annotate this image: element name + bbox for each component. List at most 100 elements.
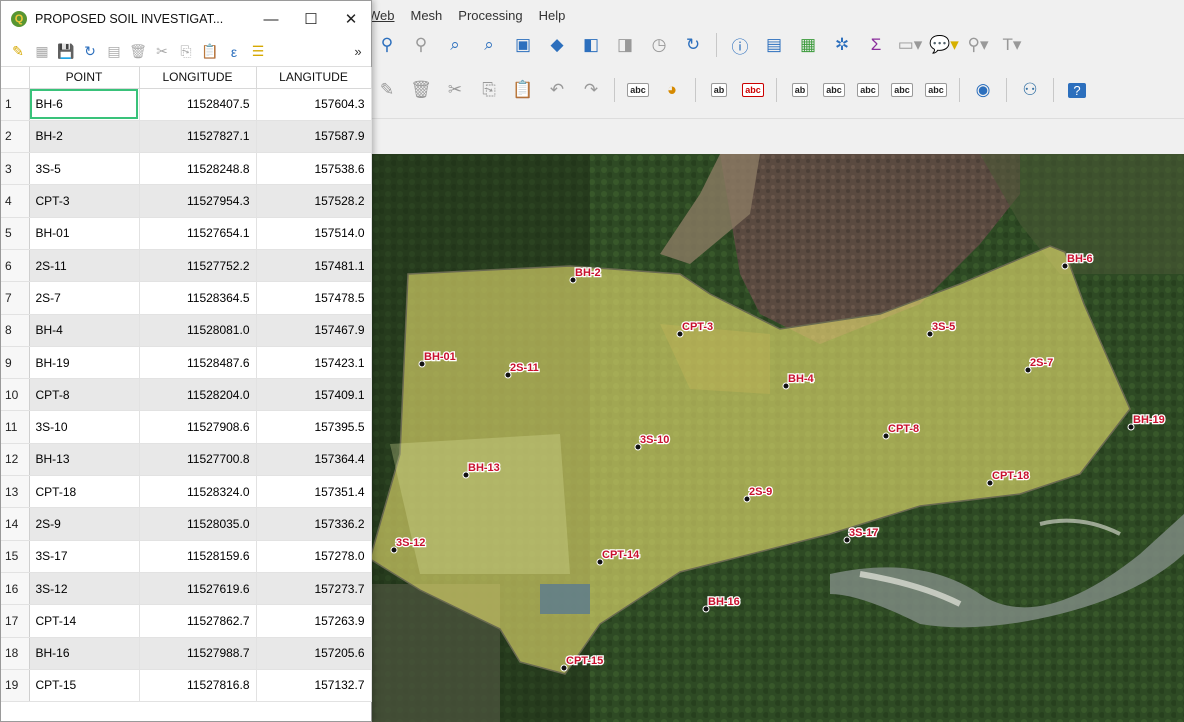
cell-longitude[interactable]: 11527654.1 [139,217,257,250]
cell-longitude[interactable]: 11528159.6 [139,540,257,573]
cell-point[interactable]: CPT-15 [29,669,140,703]
cell-langitude[interactable]: 157538.6 [256,152,372,186]
select-all-icon[interactable]: ☰ [247,41,269,63]
layer-labeling-icon[interactable]: abc [623,75,653,105]
cut-features-icon[interactable]: ✂ [440,75,470,105]
pin-labels-icon[interactable]: ab [704,75,734,105]
table-row[interactable]: 13 CPT-18 11528324.0 157351.4 [1,475,372,509]
copy-icon[interactable]: ⎘ [175,41,197,63]
column-header-langitude[interactable]: LANGITUDE [256,67,372,89]
cell-langitude[interactable]: 157278.0 [256,540,372,573]
table-row[interactable]: 19 CPT-15 11527816.8 157132.7 [1,669,372,703]
zoom-full-icon[interactable]: ⌕ [440,30,470,60]
zoom-out-icon[interactable]: ⚲ [406,30,436,60]
column-header-longitude[interactable]: LONGITUDE [139,67,257,89]
cell-longitude[interactable]: 11527700.8 [139,443,257,477]
table-row[interactable]: 9 BH-19 11528487.6 157423.1 [1,346,372,380]
row-number[interactable]: 2 [1,120,30,154]
cell-longitude[interactable]: 11527862.7 [139,604,257,638]
table-row[interactable]: 17 CPT-14 11527862.7 157263.9 [1,604,372,638]
cell-langitude[interactable]: 157132.7 [256,669,372,703]
toolbar-overflow-icon[interactable]: » [349,41,371,63]
toggle-edit-icon[interactable]: ✎ [7,41,29,63]
measure-line-icon[interactable]: ▭▾ [895,30,925,60]
cell-point[interactable]: BH-4 [29,314,140,347]
row-number[interactable]: 5 [1,217,30,250]
map-canvas[interactable]: BH-6 BH-2 3S-5 CPT-3 BH-01 2S-11 2S-7 BH-4 BH-19… [360,154,1184,722]
paste-features-icon[interactable]: 📋 [508,75,538,105]
identify-features-icon[interactable]: ⓘ [725,30,755,60]
cell-point[interactable]: CPT-14 [29,604,140,638]
table-row[interactable]: 16 3S-12 11527619.6 157273.7 [1,572,372,606]
cell-point[interactable]: 3S-12 [29,572,140,606]
table-row[interactable]: 12 BH-13 11527700.8 157364.4 [1,443,372,477]
globe-plugin-icon[interactable]: ◉ [968,75,998,105]
help-icon[interactable]: ? [1062,75,1092,105]
cell-longitude[interactable]: 11528407.5 [139,88,257,121]
cell-longitude[interactable]: 11528248.8 [139,152,257,186]
zoom-to-selection-icon[interactable]: ⌕ [474,30,504,60]
table-row[interactable]: 7 2S-7 11528364.5 157478.5 [1,281,372,315]
cell-langitude[interactable]: 157514.0 [256,217,372,250]
copy-features-icon[interactable]: ⎘ [474,75,504,105]
table-row[interactable]: 3 3S-5 11528248.8 157538.6 [1,152,372,186]
zoom-next-icon[interactable]: ◨ [610,30,640,60]
show-hide-labels-icon[interactable]: abc [738,75,768,105]
cell-langitude[interactable]: 157587.9 [256,120,372,154]
cell-point[interactable]: BH-19 [29,346,140,380]
redo-icon[interactable]: ↷ [576,75,606,105]
table-row[interactable]: 15 3S-17 11528159.6 157278.0 [1,540,372,573]
cell-langitude[interactable]: 157528.2 [256,184,372,218]
cell-langitude[interactable]: 157395.5 [256,410,372,444]
cell-longitude[interactable]: 11527954.3 [139,184,257,218]
open-attribute-table-icon[interactable]: ▤ [759,30,789,60]
cell-longitude[interactable]: 11527816.8 [139,669,257,703]
row-number[interactable]: 19 [1,669,30,703]
attribute-window-titlebar[interactable]: Q PROPOSED SOIL INVESTIGAT... — ☐ ✕ [1,1,371,37]
cell-langitude[interactable]: 157409.1 [256,378,372,412]
cell-longitude[interactable]: 11527988.7 [139,637,257,670]
cell-point[interactable]: BH-13 [29,443,140,477]
paste-icon[interactable]: 📋 [199,41,221,63]
zoom-to-layer-icon[interactable]: ▣ [508,30,538,60]
row-number[interactable]: 6 [1,249,30,283]
row-number[interactable]: 10 [1,378,30,412]
cell-langitude[interactable]: 157351.4 [256,475,372,509]
select-by-expression-icon[interactable]: ε [223,41,245,63]
statistical-summary-icon[interactable]: Σ [861,30,891,60]
table-row[interactable]: 8 BH-4 11528081.0 157467.9 [1,314,372,347]
cell-longitude[interactable]: 11528364.5 [139,281,257,315]
text-annotation-icon[interactable]: T▾ [997,30,1027,60]
minimize-button[interactable]: — [251,11,291,28]
row-number[interactable]: 17 [1,604,30,638]
row-number[interactable]: 3 [1,152,30,186]
cell-point[interactable]: BH-2 [29,120,140,154]
table-row[interactable]: 6 2S-11 11527752.2 157481.1 [1,249,372,283]
cell-point[interactable]: BH-16 [29,637,140,670]
corner-header[interactable] [1,67,30,89]
row-number[interactable]: 14 [1,507,30,541]
cell-longitude[interactable]: 11528324.0 [139,475,257,509]
row-number[interactable]: 18 [1,637,30,670]
zoom-in-icon[interactable]: ⚲ [372,30,402,60]
table-row[interactable]: 2 BH-2 11527827.1 157587.9 [1,120,372,154]
table-row[interactable]: 11 3S-10 11527908.6 157395.5 [1,410,372,444]
temporal-controller-icon[interactable]: ◷ [644,30,674,60]
cell-point[interactable]: 2S-7 [29,281,140,315]
python-console-icon[interactable]: ⚇ [1015,75,1045,105]
cell-langitude[interactable]: 157205.6 [256,637,372,670]
cell-point[interactable]: CPT-8 [29,378,140,412]
cell-longitude[interactable]: 11528487.6 [139,346,257,380]
row-number[interactable]: 8 [1,314,30,347]
cell-langitude[interactable]: 157364.4 [256,443,372,477]
row-number[interactable]: 11 [1,410,30,444]
preview-labels-icon[interactable]: abc [819,75,849,105]
reload-icon[interactable]: ↻ [79,41,101,63]
table-row[interactable]: 5 BH-01 11527654.1 157514.0 [1,217,372,250]
highlight-pinned-icon[interactable]: ab [785,75,815,105]
cell-longitude[interactable]: 11527908.6 [139,410,257,444]
cell-point[interactable]: 3S-5 [29,152,140,186]
cell-longitude[interactable]: 11527619.6 [139,572,257,606]
cell-langitude[interactable]: 157263.9 [256,604,372,638]
menu-help[interactable]: Help [539,8,566,23]
